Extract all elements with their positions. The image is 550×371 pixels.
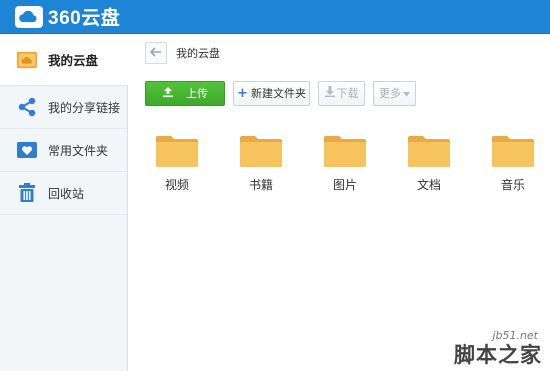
folder-item[interactable]: 图片 — [310, 134, 380, 193]
sidebar-item-my-cloud[interactable]: 我的云盘 — [0, 34, 128, 86]
heart-folder-icon — [16, 139, 38, 161]
breadcrumb-current: 我的云盘 — [176, 47, 220, 60]
folder-name: 书籍 — [248, 178, 273, 192]
download-icon — [324, 86, 335, 100]
sidebar-item-share-links[interactable]: 我的分享链接 — [0, 86, 127, 129]
breadcrumb: 我的云盘 — [129, 34, 550, 72]
sidebar-item-label: 常用文件夹 — [48, 143, 109, 158]
folder-grid: 视频 书籍 图片 文档 音乐 — [129, 134, 550, 214]
more-button[interactable]: 更多 — [373, 80, 416, 106]
watermark-site: 脚本之家 — [454, 342, 542, 367]
folder-icon — [394, 134, 464, 168]
folder-name: 图片 — [332, 178, 357, 192]
folder-name: 视频 — [164, 178, 189, 192]
plus-icon: + — [237, 85, 248, 101]
folder-icon — [478, 134, 548, 168]
watermark: jb51.net 脚本之家 — [396, 329, 546, 369]
sidebar-item-label: 回收站 — [48, 186, 85, 201]
trash-icon — [16, 182, 38, 204]
folder-item[interactable]: 书籍 — [226, 134, 296, 193]
folder-name: 音乐 — [500, 178, 525, 192]
new-folder-label: 新建文件夹 — [250, 87, 306, 100]
upload-icon — [162, 86, 174, 101]
download-label: 下载 — [336, 87, 359, 100]
sidebar-item-recycle-bin[interactable]: 回收站 — [0, 172, 127, 215]
folder-icon — [226, 134, 296, 168]
back-button[interactable] — [145, 42, 167, 64]
arrow-left-icon — [149, 46, 162, 60]
caret-down-icon — [403, 87, 410, 100]
folder-item[interactable]: 音乐 — [478, 134, 548, 193]
sidebar-item-label: 我的云盘 — [48, 53, 99, 68]
share-icon — [16, 96, 38, 118]
more-label: 更多 — [379, 87, 401, 100]
upload-label: 上传 — [186, 87, 208, 100]
new-folder-button[interactable]: + 新建文件夹 — [233, 80, 310, 106]
folder-name: 文档 — [416, 178, 441, 192]
folder-item[interactable]: 文档 — [394, 134, 464, 193]
upload-button[interactable]: 上传 — [145, 80, 225, 106]
sidebar: 我的云盘 我的分享链接 常用文件夹 回收站 — [0, 34, 128, 371]
app-title: 360云盘 — [48, 8, 121, 29]
toolbar: 上传 + 新建文件夹 下载 更多 — [145, 80, 424, 106]
sidebar-item-favorite-folders[interactable]: 常用文件夹 — [0, 129, 127, 172]
sidebar-item-label: 我的分享链接 — [48, 100, 121, 115]
download-button[interactable]: 下载 — [318, 80, 365, 106]
main-panel: 我的云盘 上传 + 新建文件夹 下载 更多 视频 书籍 图片 文档 音乐 — [129, 34, 550, 371]
app-header: 360云盘 — [0, 0, 550, 34]
folder-item[interactable]: 视频 — [142, 134, 212, 193]
folder-icon — [142, 134, 212, 168]
cloud-logo-icon — [14, 5, 44, 29]
folder-icon — [310, 134, 380, 168]
cloud-folder-icon — [16, 49, 38, 71]
